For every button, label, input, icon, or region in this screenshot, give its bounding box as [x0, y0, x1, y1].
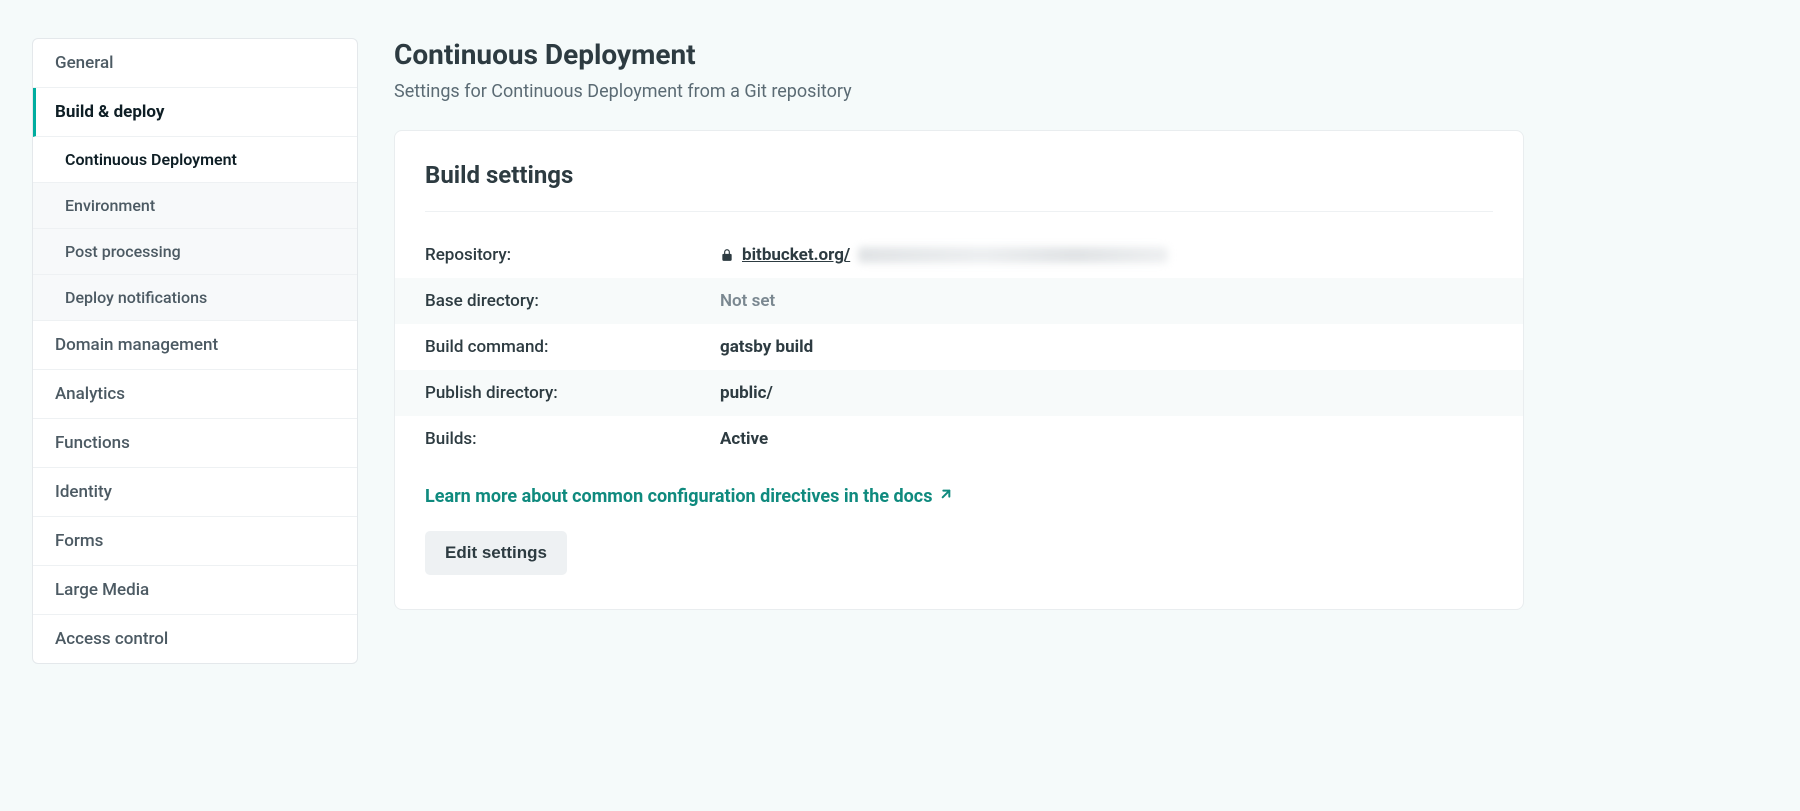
value-repository: bitbucket.org/ — [720, 245, 1168, 265]
external-link-icon — [938, 486, 954, 507]
sidebar-item-access-control[interactable]: Access control — [33, 615, 357, 663]
label-builds: Builds: — [425, 429, 720, 449]
value-builds: Active — [720, 429, 768, 449]
page-subtitle: Settings for Continuous Deployment from … — [394, 81, 1524, 102]
label-base-directory: Base directory: — [425, 291, 720, 311]
sidebar-subgroup-build-deploy: Continuous Deployment Environment Post p… — [33, 137, 357, 321]
lock-icon — [720, 247, 734, 263]
sidebar-sub-post-processing[interactable]: Post processing — [33, 229, 357, 275]
sidebar-item-general[interactable]: General — [33, 39, 357, 88]
docs-link[interactable]: Learn more about common configuration di… — [425, 486, 954, 507]
main-content: Continuous Deployment Settings for Conti… — [394, 38, 1524, 610]
docs-link-text: Learn more about common configuration di… — [425, 486, 932, 507]
build-settings-card: Build settings Repository: bitbucket.org… — [394, 130, 1524, 610]
sidebar-item-forms[interactable]: Forms — [33, 517, 357, 566]
label-repository: Repository: — [425, 245, 720, 265]
sidebar-sub-environment[interactable]: Environment — [33, 183, 357, 229]
row-repository: Repository: bitbucket.org/ — [425, 232, 1493, 278]
value-publish-directory: public/ — [720, 383, 773, 403]
value-base-directory: Not set — [720, 291, 775, 311]
sidebar-sub-continuous-deployment[interactable]: Continuous Deployment — [33, 137, 357, 183]
row-base-directory: Base directory: Not set — [395, 278, 1523, 324]
settings-sidebar: General Build & deploy Continuous Deploy… — [32, 38, 358, 664]
page-title: Continuous Deployment — [394, 38, 1524, 71]
sidebar-item-large-media[interactable]: Large Media — [33, 566, 357, 615]
sidebar-item-domain-management[interactable]: Domain management — [33, 321, 357, 370]
row-builds: Builds: Active — [425, 416, 1493, 462]
sidebar-item-identity[interactable]: Identity — [33, 468, 357, 517]
repository-link[interactable]: bitbucket.org/ — [742, 245, 850, 265]
row-publish-directory: Publish directory: public/ — [395, 370, 1523, 416]
sidebar-item-functions[interactable]: Functions — [33, 419, 357, 468]
sidebar-item-analytics[interactable]: Analytics — [33, 370, 357, 419]
sidebar-sub-deploy-notifications[interactable]: Deploy notifications — [33, 275, 357, 320]
repository-path-redacted — [858, 247, 1168, 263]
edit-settings-button[interactable]: Edit settings — [425, 531, 567, 575]
label-build-command: Build command: — [425, 337, 720, 357]
row-build-command: Build command: gatsby build — [425, 324, 1493, 370]
sidebar-item-build-deploy[interactable]: Build & deploy — [33, 88, 357, 137]
value-build-command: gatsby build — [720, 337, 813, 357]
card-title: Build settings — [425, 161, 1493, 212]
label-publish-directory: Publish directory: — [425, 383, 720, 403]
